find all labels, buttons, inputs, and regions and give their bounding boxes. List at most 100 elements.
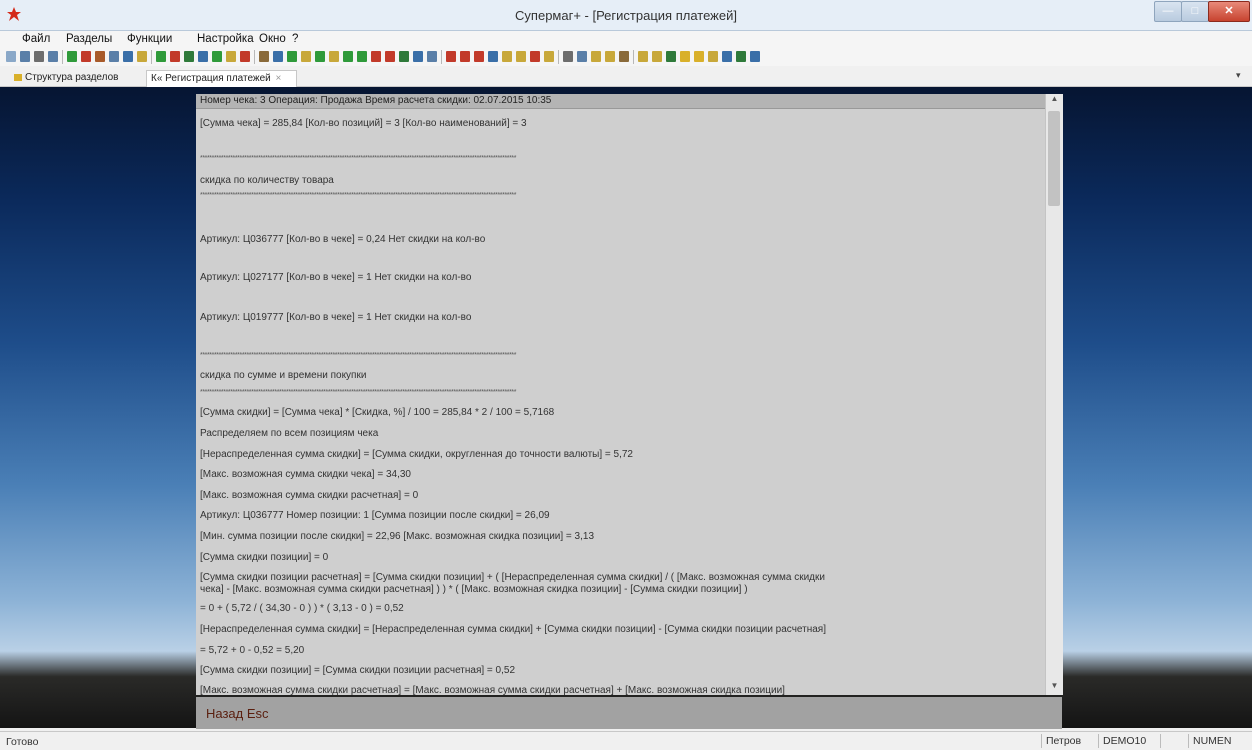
toolbar-doc-icon[interactable] <box>399 51 409 62</box>
toolbar-grid-icon[interactable] <box>20 51 30 62</box>
toolbar-filter-icon[interactable] <box>488 51 498 62</box>
status-user: Петров <box>1041 734 1098 748</box>
report-separator: ****************************************… <box>200 192 517 199</box>
tab-payments-label: К« Регистрация платежей <box>151 73 271 84</box>
toolbar-doc-icon[interactable] <box>736 51 746 62</box>
toolbar-list-icon[interactable] <box>34 51 44 62</box>
report-line: [Сумма скидки позиции] = [Сумма скидки п… <box>200 665 516 676</box>
toolbar-doc-icon[interactable] <box>301 51 311 62</box>
toolbar-doc-icon[interactable] <box>544 51 554 62</box>
toolbar-separator <box>441 50 442 64</box>
report-line: Артикул: Ц019777 [Кол-во в чеке] = 1 Нет… <box>200 312 472 323</box>
toolbar-doc-icon[interactable] <box>198 51 208 62</box>
status-database: DEMO10 <box>1098 734 1159 748</box>
menu-file[interactable]: Файл <box>22 33 50 45</box>
toolbar-doc-icon[interactable] <box>343 51 353 62</box>
toolbar-separator <box>254 50 255 64</box>
report-line: [Макс. возможная сумма скидки чека] = 34… <box>200 469 411 480</box>
close-window-button[interactable]: ✕ <box>1208 1 1250 22</box>
toolbar-new-icon[interactable] <box>6 51 16 62</box>
toolbar-doc-icon[interactable] <box>226 51 236 62</box>
menu-settings[interactable]: Настройка <box>197 33 254 45</box>
toolbar-chart-icon[interactable] <box>109 51 119 62</box>
toolbar-doc-icon[interactable] <box>516 51 526 62</box>
toolbar-doc-icon[interactable] <box>652 51 662 62</box>
status-keyboard-mode: NUMEN <box>1188 734 1249 748</box>
toolbar-doc-icon[interactable] <box>240 51 250 62</box>
scroll-up-icon[interactable]: ▲ <box>1046 94 1063 108</box>
toolbar-doc-icon[interactable] <box>273 51 283 62</box>
toolbar-report-icon[interactable] <box>123 51 133 62</box>
close-tab-icon[interactable]: × <box>276 73 282 84</box>
folder-icon <box>14 73 22 81</box>
toolbar-delete-icon[interactable] <box>474 51 484 62</box>
toolbar-doc-icon[interactable] <box>170 51 180 62</box>
tab-structure[interactable]: Структура разделов <box>14 70 139 86</box>
window-title: Супермаг+ - [Регистрация платежей] <box>515 8 737 23</box>
toolbar-settings-icon[interactable] <box>563 51 573 62</box>
scroll-thumb[interactable] <box>1048 111 1060 206</box>
scroll-down-icon[interactable]: ▼ <box>1046 681 1063 695</box>
report-separator: ****************************************… <box>200 389 517 396</box>
menu-window[interactable]: Окно <box>259 33 286 45</box>
report-line: [Сумма скидки позиции расчетная] = [Сумм… <box>200 572 825 583</box>
toolbar-doc-icon[interactable] <box>385 51 395 62</box>
toolbar-doc-icon[interactable] <box>287 51 297 62</box>
toolbar-doc-icon[interactable] <box>502 51 512 62</box>
toolbar-delete-icon[interactable] <box>460 51 470 62</box>
toolbar-doc-icon[interactable] <box>680 51 690 62</box>
toolbar-doc-icon[interactable] <box>329 51 339 62</box>
report-line: [Нераспределенная сумма скидки] = [Нерас… <box>200 624 826 635</box>
menu-bar: Файл Разделы Функции Настройка Окно ? <box>0 31 1252 48</box>
report-line: [Сумма скидки позиции] = 0 <box>200 552 329 563</box>
toolbar-table-icon[interactable] <box>48 51 58 62</box>
toolbar-doc-icon[interactable] <box>184 51 194 62</box>
toolbar-delete-icon[interactable] <box>446 51 456 62</box>
toolbar-delete-icon[interactable] <box>530 51 540 62</box>
toolbar-red-icon[interactable] <box>81 51 91 62</box>
toolbar-green-icon[interactable] <box>67 51 77 62</box>
toolbar-doc-icon[interactable] <box>708 51 718 62</box>
toolbar-doc-icon[interactable] <box>694 51 704 62</box>
report-header-text: Номер чека: 3 Операция: Продажа Время ра… <box>200 95 552 106</box>
report-line: Распределяем по всем позициям чека <box>200 428 379 439</box>
toolbar-doc-icon[interactable] <box>427 51 437 62</box>
report-line: Артикул: Ц036777 [Кол-во в чеке] = 0,24 … <box>200 234 486 245</box>
toolbar-doc-icon[interactable] <box>413 51 423 62</box>
status-ready: Готово <box>6 736 39 748</box>
menu-functions[interactable]: Функции <box>127 33 172 45</box>
toolbar-doc-icon[interactable] <box>750 51 760 62</box>
maximize-button[interactable]: □ <box>1181 1 1209 22</box>
toolbar-building-icon[interactable] <box>95 51 105 62</box>
toolbar-doc-icon[interactable] <box>212 51 222 62</box>
toolbar-separator <box>633 50 634 64</box>
toolbar-doc-icon[interactable] <box>156 51 166 62</box>
title-bar: Супермаг+ - [Регистрация платежей] — □ ✕ <box>0 0 1252 31</box>
report-separator: ****************************************… <box>200 352 517 359</box>
toolbar-doc-icon[interactable] <box>371 51 381 62</box>
menu-help[interactable]: ? <box>292 33 298 45</box>
toolbar-doc-icon[interactable] <box>619 51 629 62</box>
toolbar-doc-icon[interactable] <box>638 51 648 62</box>
discount-report-panel: Номер чека: 3 Операция: Продажа Время ра… <box>196 94 1045 695</box>
report-line: [Макс. возможная сумма скидки расчетная]… <box>200 685 785 695</box>
toolbar-doc-icon[interactable] <box>722 51 732 62</box>
toolbar-doc-icon[interactable] <box>666 51 676 62</box>
report-section-title: скидка по сумме и времени покупки <box>200 370 367 381</box>
tab-list-dropdown-icon[interactable]: ▾ <box>1236 70 1241 81</box>
status-bar: Готово Петров DEMO10 NUMEN <box>0 731 1252 750</box>
toolbar-doc-icon[interactable] <box>315 51 325 62</box>
toolbar-tools-icon[interactable] <box>137 51 147 62</box>
report-scrollbar[interactable]: ▲ ▼ <box>1045 94 1063 695</box>
report-line: Артикул: Ц036777 Номер позиции: 1 [Сумма… <box>200 510 550 521</box>
toolbar-doc-icon[interactable] <box>591 51 601 62</box>
toolbar-link-icon[interactable] <box>577 51 587 62</box>
toolbar-doc-icon[interactable] <box>259 51 269 62</box>
toolbar-doc-icon[interactable] <box>605 51 615 62</box>
report-line: Артикул: Ц027177 [Кол-во в чеке] = 1 Нет… <box>200 272 472 283</box>
tab-payments[interactable]: К« Регистрация платежей × <box>146 70 297 87</box>
toolbar-doc-icon[interactable] <box>357 51 367 62</box>
back-button[interactable]: Назад Esc <box>196 697 1062 729</box>
menu-sections[interactable]: Разделы <box>66 33 112 45</box>
minimize-button[interactable]: — <box>1154 1 1182 22</box>
